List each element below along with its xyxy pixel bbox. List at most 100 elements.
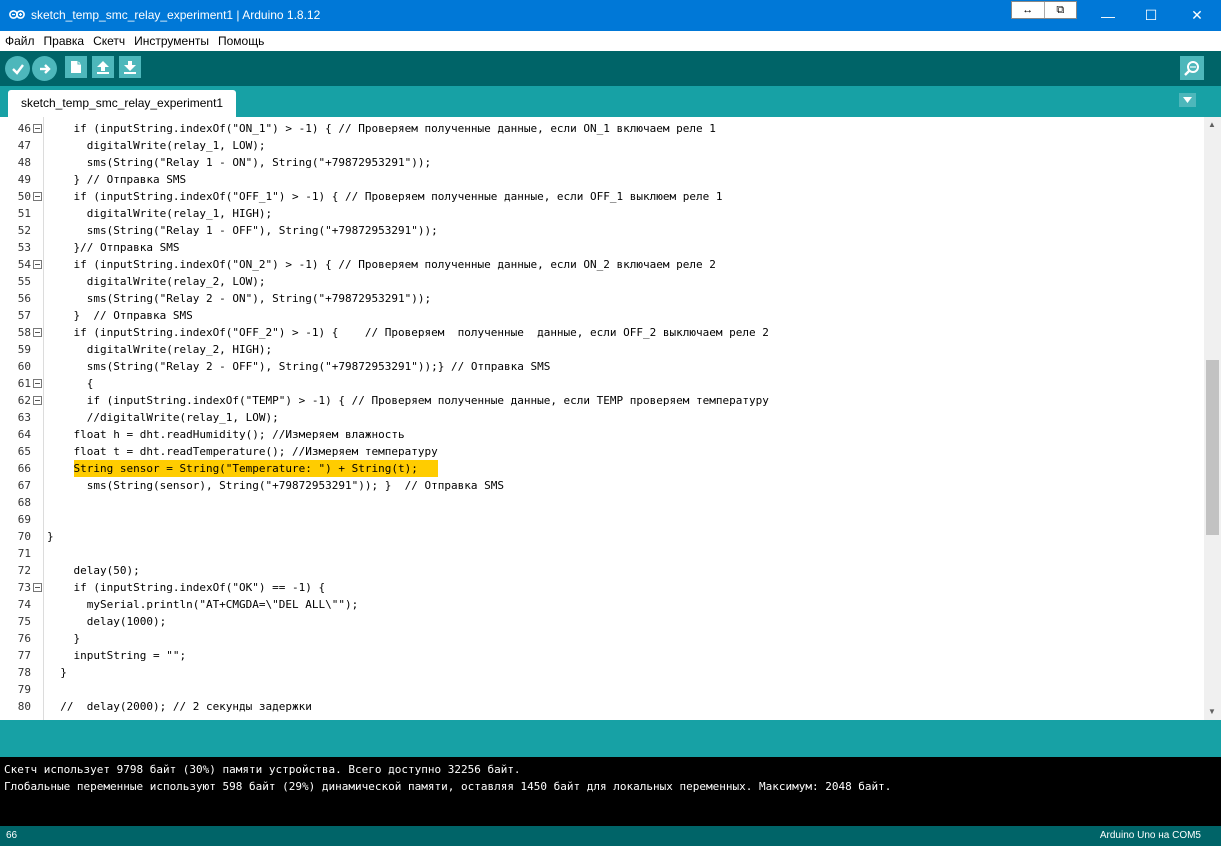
line-number: 59	[17, 343, 31, 356]
line-number: 71	[17, 547, 31, 560]
code-line[interactable]: if (inputString.indexOf("ON_1") > -1) { …	[47, 120, 715, 137]
code-line[interactable]: sms(String("Relay 1 - OFF"), String("+79…	[47, 222, 438, 239]
code-line[interactable]: delay(1000);	[47, 613, 166, 630]
code-line[interactable]: }// Отправка SMS	[47, 239, 179, 256]
line-number: 74	[17, 598, 31, 611]
tab-menu-button[interactable]	[1179, 93, 1196, 107]
code-line[interactable]: sms(String("Relay 2 - OFF"), String("+79…	[47, 358, 551, 375]
menu-file[interactable]: Файл	[0, 31, 39, 51]
serial-monitor-button[interactable]	[1180, 56, 1204, 80]
code-line[interactable]: digitalWrite(relay_2, LOW);	[47, 273, 266, 290]
line-number: 72	[17, 564, 31, 577]
scrollbar-thumb[interactable]	[1206, 360, 1219, 535]
menu-tools[interactable]: Инструменты	[129, 31, 213, 51]
upload-button[interactable]	[32, 56, 57, 81]
code-line[interactable]: float t = dht.readTemperature(); //Измер…	[47, 443, 437, 460]
code-line[interactable]: }	[47, 528, 54, 545]
fold-collapse-icon[interactable]	[33, 379, 42, 388]
line-number: 56	[17, 292, 31, 305]
window-snap-button[interactable]: ⧉	[1045, 2, 1077, 18]
chevron-down-icon	[1183, 97, 1192, 103]
code-line[interactable]: } // Отправка SMS	[47, 307, 192, 324]
vertical-scrollbar[interactable]: ▲ ▼	[1204, 117, 1221, 720]
line-number: 66	[17, 462, 31, 475]
tab-sketch[interactable]: sketch_temp_smc_relay_experiment1	[8, 90, 237, 117]
line-number: 48	[17, 156, 31, 169]
code-line[interactable]: if (inputString.indexOf("OFF_1") > -1) {…	[47, 188, 722, 205]
line-number: 53	[17, 241, 31, 254]
line-number: 61	[17, 377, 31, 390]
code-line[interactable]: sms(String("Relay 1 - ON"), String("+798…	[47, 154, 431, 171]
upload-icon	[39, 63, 51, 74]
menu-sketch[interactable]: Скетч	[88, 31, 129, 51]
message-area	[0, 720, 1221, 757]
code-line[interactable]: delay(50);	[47, 562, 139, 579]
console-line: Глобальные переменные используют 598 бай…	[4, 780, 892, 793]
resize-arrows-button[interactable]: ↔	[1012, 2, 1045, 18]
code-line[interactable]: if (inputString.indexOf("ON_2") > -1) { …	[47, 256, 715, 273]
code-line[interactable]: if (inputString.indexOf("OK") == -1) {	[47, 579, 325, 596]
menu-edit[interactable]: Правка	[39, 31, 89, 51]
line-number: 51	[17, 207, 31, 220]
fold-collapse-icon[interactable]	[33, 260, 42, 269]
code-line[interactable]: if (inputString.indexOf("TEMP") > -1) { …	[47, 392, 769, 409]
code-editor[interactable]: 46 47 48 49 50 51 52 53 54 55 56 57 58 59 60 61 62 63 64 65…	[0, 117, 1221, 720]
title-bar: sketch_temp_smc_relay_experiment1 | Ardu…	[0, 0, 1221, 31]
line-number: 54	[17, 258, 31, 271]
save-button[interactable]	[119, 56, 141, 78]
line-number: 67	[17, 479, 31, 492]
fold-collapse-icon[interactable]	[33, 583, 42, 592]
console-line: Скетч использует 9798 байт (30%) памяти …	[4, 763, 521, 776]
current-line-number: 66	[6, 830, 18, 841]
line-number: 69	[17, 513, 31, 526]
close-button[interactable]: ✕	[1174, 0, 1220, 31]
code-line[interactable]: }	[47, 664, 67, 681]
code-line[interactable]: inputString = "";	[47, 647, 186, 664]
line-number: 63	[17, 411, 31, 424]
open-button[interactable]	[92, 56, 114, 78]
menu-help[interactable]: Помощь	[213, 31, 268, 51]
code-line[interactable]: } // Отправка SMS	[47, 171, 186, 188]
new-icon	[71, 61, 81, 73]
minimize-button[interactable]: —	[1085, 0, 1131, 31]
line-number: 62	[17, 394, 31, 407]
code-line[interactable]: digitalWrite(relay_1, LOW);	[47, 137, 266, 154]
line-number: 78	[17, 666, 31, 679]
code-line[interactable]: }	[47, 630, 80, 647]
code-line[interactable]: digitalWrite(relay_1, HIGH);	[47, 205, 272, 222]
line-number: 70	[17, 530, 31, 543]
code-line[interactable]: mySerial.println("AT+CMGDA=\"DEL ALL\"")…	[47, 596, 359, 613]
code-line[interactable]: // delay(2000); // 2 секунды задержки	[47, 698, 312, 715]
verify-button[interactable]	[5, 56, 30, 81]
scroll-up-icon[interactable]: ▲	[1208, 120, 1216, 129]
code-line[interactable]: sms(String(sensor), String("+79872953291…	[47, 477, 504, 494]
fold-collapse-icon[interactable]	[33, 124, 42, 133]
line-number: 58	[17, 326, 31, 339]
code-line[interactable]: //digitalWrite(relay_1, LOW);	[47, 409, 279, 426]
scroll-down-icon[interactable]: ▼	[1208, 707, 1216, 716]
line-number: 68	[17, 496, 31, 509]
maximize-button[interactable]: ☐	[1128, 0, 1174, 31]
open-icon	[97, 61, 109, 74]
window-title: sketch_temp_smc_relay_experiment1 | Ardu…	[31, 8, 321, 22]
verify-icon	[11, 63, 24, 75]
line-number: 46	[17, 122, 31, 135]
code-line[interactable]: sms(String("Relay 2 - ON"), String("+798…	[47, 290, 431, 307]
save-icon	[124, 61, 136, 74]
code-line[interactable]: digitalWrite(relay_2, HIGH);	[47, 341, 272, 358]
line-number: 65	[17, 445, 31, 458]
fold-collapse-icon[interactable]	[33, 396, 42, 405]
serial-monitor-icon	[1184, 61, 1199, 76]
code-line[interactable]: String sensor = String("Temperature: ") …	[47, 460, 417, 477]
fold-collapse-icon[interactable]	[33, 328, 42, 337]
line-number-gutter: 46 47 48 49 50 51 52 53 54 55 56 57 58 59 60 61 62 63 64 65…	[0, 117, 44, 720]
fold-collapse-icon[interactable]	[33, 192, 42, 201]
line-number: 75	[17, 615, 31, 628]
line-number: 76	[17, 632, 31, 645]
new-sketch-button[interactable]	[65, 56, 87, 78]
line-number: 73	[17, 581, 31, 594]
code-line[interactable]: {	[47, 375, 94, 392]
line-number: 55	[17, 275, 31, 288]
code-line[interactable]: float h = dht.readHumidity(); //Измеряем…	[47, 426, 404, 443]
code-line[interactable]: if (inputString.indexOf("OFF_2") > -1) {…	[47, 324, 768, 341]
